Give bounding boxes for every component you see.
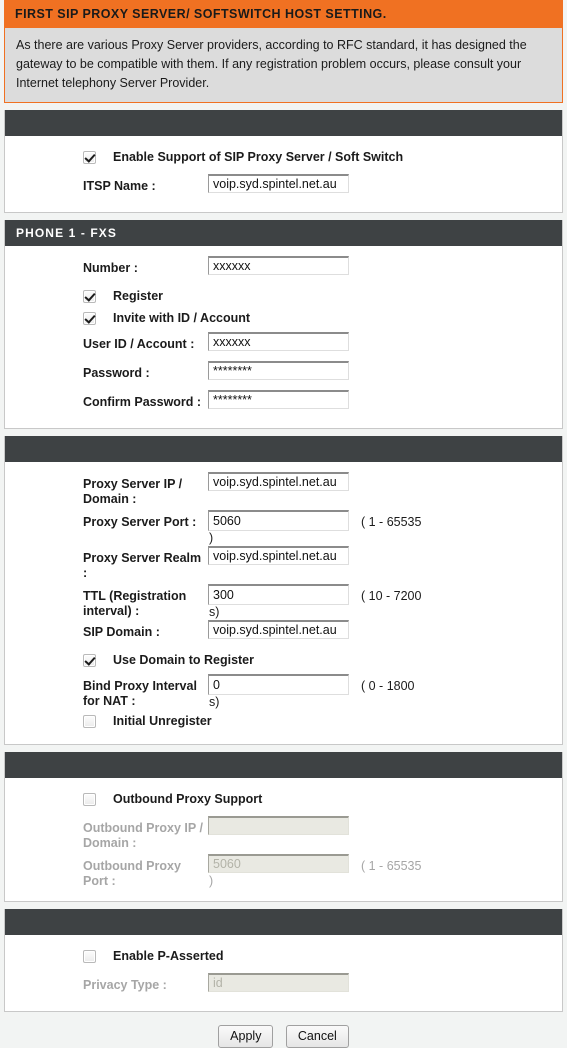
register-checkbox[interactable]	[83, 289, 96, 303]
outbound-port-hint: ( 1 - 65535	[361, 859, 422, 873]
section-phone1-header: PHONE 1 - FXS	[5, 220, 562, 246]
invite-with-id-label: Invite with ID / Account	[113, 311, 251, 325]
use-domain-to-register-checkbox[interactable]	[83, 653, 96, 667]
section-outbound-header	[5, 752, 562, 778]
sip-domain-row: SIP Domain :	[5, 620, 562, 646]
initial-unregister-label: Initial Unregister	[113, 714, 212, 728]
sip-domain-input[interactable]	[208, 620, 349, 639]
itsp-name-input[interactable]	[208, 174, 349, 193]
userid-label: User ID / Account :	[83, 337, 195, 351]
outbound-ip-input	[208, 816, 349, 835]
outbound-ip-label: Outbound Proxy IP / Domain :	[83, 821, 203, 850]
userid-input[interactable]	[208, 332, 349, 351]
proxy-ip-input[interactable]	[208, 472, 349, 491]
outbound-ip-row: Outbound Proxy IP / Domain :	[5, 816, 562, 851]
page-title: FIRST SIP PROXY SERVER/ SOFTSWITCH HOST …	[4, 0, 563, 28]
action-bar: Apply Cancel	[4, 1012, 563, 1048]
password-label: Password :	[83, 366, 150, 380]
initial-unregister-checkbox[interactable]	[83, 714, 96, 728]
outbound-port-hint-close: )	[209, 874, 214, 888]
number-row: Number :	[5, 256, 562, 282]
section-p-asserted-header	[5, 909, 562, 935]
ttl-input[interactable]	[208, 584, 349, 605]
invite-with-id-checkbox[interactable]	[83, 311, 96, 325]
bind-proxy-input[interactable]	[208, 674, 349, 695]
section-p-asserted: Enable P-Asserted Privacy Type :	[4, 909, 563, 1012]
apply-button[interactable]: Apply	[218, 1025, 274, 1048]
outbound-port-row: Outbound Proxy Port : ( 1 - 65535 )	[5, 854, 562, 889]
proxy-realm-label: Proxy Server Realm :	[83, 551, 202, 580]
bind-proxy-hint: ( 0 - 1800	[361, 679, 415, 693]
password-input[interactable]	[208, 361, 349, 380]
enable-proxy-label: Enable Support of SIP Proxy Server / Sof…	[113, 150, 404, 164]
ttl-hint-close: s)	[209, 605, 220, 619]
section-outbound-proxy: Outbound Proxy Support Outbound Proxy IP…	[4, 752, 563, 902]
userid-row: User ID / Account :	[5, 332, 562, 358]
proxy-port-hint: ( 1 - 65535	[361, 515, 422, 529]
settings-page: FIRST SIP PROXY SERVER/ SOFTSWITCH HOST …	[0, 0, 567, 1048]
enable-proxy-checkbox[interactable]	[83, 150, 96, 164]
proxy-ip-row: Proxy Server IP / Domain :	[5, 472, 562, 507]
use-domain-to-register-label: Use Domain to Register	[113, 653, 255, 667]
itsp-name-label: ITSP Name :	[83, 179, 156, 193]
bind-proxy-label: Bind Proxy Interval for NAT :	[83, 679, 197, 708]
section-proxy-server: Proxy Server IP / Domain : Proxy Server …	[4, 436, 563, 745]
section-itsp-header	[5, 110, 562, 136]
outbound-proxy-support-checkbox[interactable]	[83, 792, 96, 806]
password-row: Password :	[5, 361, 562, 387]
proxy-port-row: Proxy Server Port : ( 1 - 65535 )	[5, 510, 562, 546]
section-phone1-fxs: PHONE 1 - FXS Number : Register Invite w…	[4, 220, 563, 429]
proxy-realm-row: Proxy Server Realm :	[5, 546, 562, 581]
ttl-row: TTL (Registration interval) : ( 10 - 720…	[5, 584, 562, 620]
use-domain-row[interactable]: Use Domain to Register	[5, 649, 562, 671]
proxy-port-hint-close: )	[209, 531, 214, 545]
register-label: Register	[113, 289, 164, 303]
section-itsp: Enable Support of SIP Proxy Server / Sof…	[4, 110, 563, 213]
privacy-type-input	[208, 973, 349, 992]
enable-p-asserted-checkbox[interactable]	[83, 949, 96, 963]
outbound-port-input	[208, 854, 349, 873]
itsp-name-row: ITSP Name :	[5, 174, 562, 200]
proxy-ip-label: Proxy Server IP / Domain :	[83, 477, 183, 506]
enable-p-asserted-row[interactable]: Enable P-Asserted	[5, 945, 562, 967]
initial-unregister-row[interactable]: Initial Unregister	[5, 710, 562, 732]
proxy-realm-input[interactable]	[208, 546, 349, 565]
confirm-password-label: Confirm Password :	[83, 395, 202, 409]
privacy-type-label: Privacy Type :	[83, 978, 167, 992]
outbound-port-label: Outbound Proxy Port :	[83, 859, 181, 888]
page-description: As there are various Proxy Server provid…	[4, 28, 563, 103]
bind-proxy-row: Bind Proxy Interval for NAT : ( 0 - 1800…	[5, 674, 562, 710]
enable-p-asserted-label: Enable P-Asserted	[113, 949, 224, 963]
bind-proxy-hint-close: s)	[209, 695, 220, 709]
confirm-password-row: Confirm Password :	[5, 390, 562, 416]
number-label: Number :	[83, 261, 138, 275]
invite-row[interactable]: Invite with ID / Account	[5, 307, 562, 329]
ttl-hint: ( 10 - 7200	[361, 589, 422, 603]
enable-proxy-row[interactable]: Enable Support of SIP Proxy Server / Sof…	[5, 146, 562, 168]
proxy-port-label: Proxy Server Port :	[83, 515, 197, 529]
ttl-label: TTL (Registration interval) :	[83, 589, 187, 618]
number-input[interactable]	[208, 256, 349, 275]
privacy-type-row: Privacy Type :	[5, 973, 562, 999]
proxy-port-input[interactable]	[208, 510, 349, 531]
confirm-password-input[interactable]	[208, 390, 349, 409]
section-proxy-header	[5, 436, 562, 462]
cancel-button[interactable]: Cancel	[285, 1025, 349, 1048]
register-row[interactable]: Register	[5, 285, 562, 307]
sip-domain-label: SIP Domain :	[83, 625, 160, 639]
outbound-proxy-support-label: Outbound Proxy Support	[113, 792, 263, 806]
outbound-support-row[interactable]: Outbound Proxy Support	[5, 788, 562, 810]
